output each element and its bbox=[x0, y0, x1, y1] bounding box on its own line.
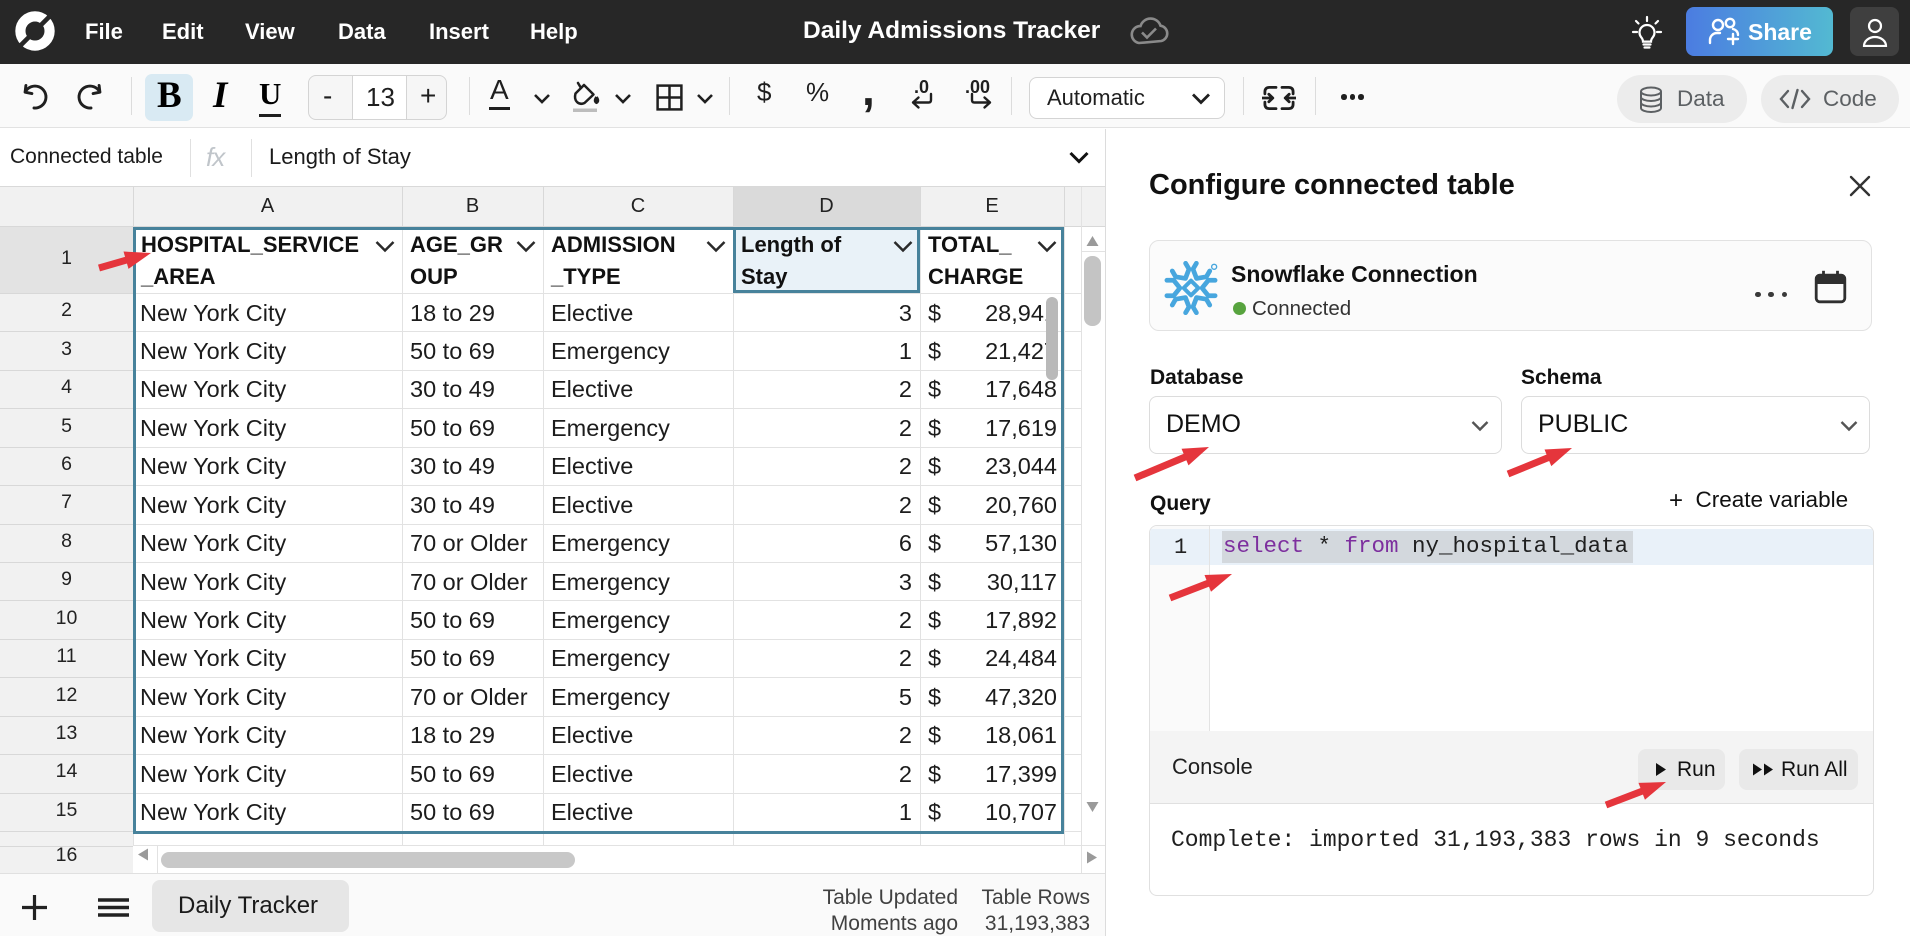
svg-text:.0: .0 bbox=[914, 78, 929, 97]
svg-text:.00: .00 bbox=[965, 78, 990, 97]
